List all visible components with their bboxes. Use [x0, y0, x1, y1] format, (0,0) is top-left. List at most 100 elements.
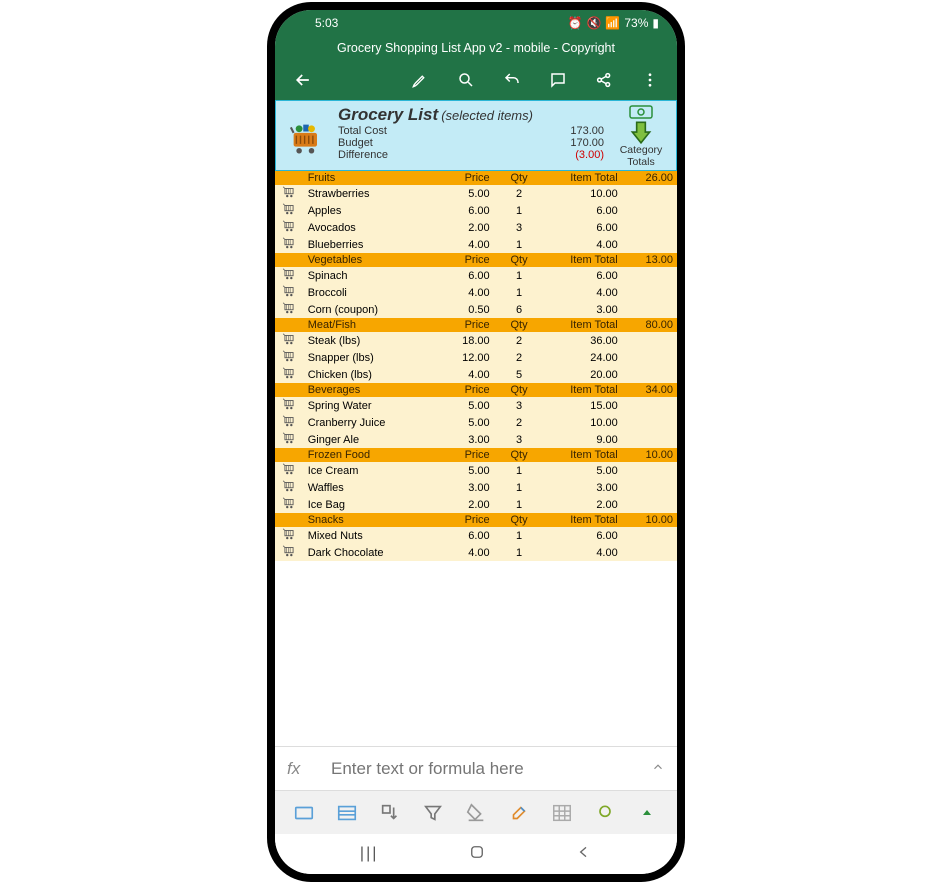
item-name: Spring Water — [304, 397, 437, 414]
item-qty: 1 — [494, 496, 545, 513]
col-qty: Qty — [494, 448, 545, 462]
col-price: Price — [436, 513, 493, 527]
bottom-toolbar — [275, 790, 677, 834]
fill-icon[interactable] — [462, 799, 490, 827]
item-row[interactable]: Waffles3.0013.00 — [275, 479, 677, 496]
item-qty: 1 — [494, 544, 545, 561]
item-row[interactable]: Corn (coupon)0.5063.00 — [275, 301, 677, 318]
item-price: 2.00 — [436, 219, 493, 236]
status-bar: 5:03 ⏰ 🔇 📶 73% ▮ — [275, 10, 677, 36]
card-view-icon[interactable] — [290, 799, 318, 827]
category-total: 80.00 — [622, 318, 677, 332]
col-qty: Qty — [494, 253, 545, 267]
alarm-icon: ⏰ — [568, 16, 583, 30]
item-row[interactable]: Ice Cream5.0015.00 — [275, 462, 677, 479]
back-nav-icon[interactable] — [576, 844, 592, 865]
filter-icon[interactable] — [419, 799, 447, 827]
item-row[interactable]: Avocados2.0036.00 — [275, 219, 677, 236]
cart-mini-icon[interactable] — [275, 284, 304, 301]
item-total: 24.00 — [544, 349, 621, 366]
item-row[interactable]: Chicken (lbs)4.00520.00 — [275, 366, 677, 383]
item-row[interactable]: Spring Water5.00315.00 — [275, 397, 677, 414]
cart-mini-icon[interactable] — [275, 414, 304, 431]
cart-mini-icon[interactable] — [275, 202, 304, 219]
item-row[interactable]: Ice Bag2.0012.00 — [275, 496, 677, 513]
cart-mini-icon[interactable] — [275, 366, 304, 383]
item-name: Avocados — [304, 219, 437, 236]
item-total: 10.00 — [544, 414, 621, 431]
cart-mini-icon[interactable] — [275, 496, 304, 513]
category-header-row[interactable]: Meat/FishPriceQtyItem Total80.00 — [275, 318, 677, 332]
cart-mini-icon[interactable] — [275, 267, 304, 284]
item-row[interactable]: Ginger Ale3.0039.00 — [275, 431, 677, 448]
item-row[interactable]: Mixed Nuts6.0016.00 — [275, 527, 677, 544]
recent-apps-icon[interactable]: ||| — [360, 845, 378, 863]
cart-mini-icon[interactable] — [275, 349, 304, 366]
item-name: Ginger Ale — [304, 431, 437, 448]
clear-icon[interactable] — [505, 799, 533, 827]
chevron-up-icon[interactable] — [651, 759, 665, 779]
col-price: Price — [436, 383, 493, 397]
col-price: Price — [436, 253, 493, 267]
item-total: 3.00 — [544, 301, 621, 318]
system-nav-bar: ||| — [275, 834, 677, 874]
home-icon[interactable] — [468, 843, 486, 866]
cart-mini-icon[interactable] — [275, 301, 304, 318]
category-header-row[interactable]: BeveragesPriceQtyItem Total34.00 — [275, 383, 677, 397]
item-qty: 1 — [494, 284, 545, 301]
list-view-icon[interactable] — [333, 799, 361, 827]
difference-label: Difference — [338, 149, 560, 161]
item-total: 4.00 — [544, 544, 621, 561]
cart-mini-icon[interactable] — [275, 462, 304, 479]
item-row[interactable]: Broccoli4.0014.00 — [275, 284, 677, 301]
category-header-row[interactable]: VegetablesPriceQtyItem Total13.00 — [275, 253, 677, 267]
search-icon[interactable] — [457, 71, 475, 89]
total-cost-value: 173.00 — [570, 125, 604, 137]
grocery-table[interactable]: FruitsPriceQtyItem Total26.00Strawberrie… — [275, 171, 677, 561]
cart-mini-icon[interactable] — [275, 479, 304, 496]
table-icon[interactable] — [548, 799, 576, 827]
bulb-icon[interactable] — [591, 799, 619, 827]
category-header-row[interactable]: Frozen FoodPriceQtyItem Total10.00 — [275, 448, 677, 462]
more-icon[interactable] — [641, 71, 659, 89]
item-price: 4.00 — [436, 544, 493, 561]
item-row[interactable]: Strawberries5.00210.00 — [275, 185, 677, 202]
item-row[interactable]: Blueberries4.0014.00 — [275, 236, 677, 253]
item-row[interactable]: Steak (lbs)18.00236.00 — [275, 332, 677, 349]
item-qty: 3 — [494, 219, 545, 236]
vibrate-icon: 🔇 — [586, 16, 601, 30]
cart-mini-icon[interactable] — [275, 544, 304, 561]
category-total: 10.00 — [622, 448, 677, 462]
item-row[interactable]: Snapper (lbs)12.00224.00 — [275, 349, 677, 366]
category-name: Meat/Fish — [304, 318, 437, 332]
category-header-row[interactable]: SnacksPriceQtyItem Total10.00 — [275, 513, 677, 527]
sort-icon[interactable] — [376, 799, 404, 827]
item-row[interactable]: Apples6.0016.00 — [275, 202, 677, 219]
cart-mini-icon[interactable] — [275, 397, 304, 414]
cart-mini-icon[interactable] — [275, 527, 304, 544]
item-name: Corn (coupon) — [304, 301, 437, 318]
collapse-icon[interactable] — [633, 799, 661, 827]
item-row[interactable]: Dark Chocolate4.0014.00 — [275, 544, 677, 561]
cart-mini-icon[interactable] — [275, 185, 304, 202]
col-qty: Qty — [494, 383, 545, 397]
item-row[interactable]: Spinach6.0016.00 — [275, 267, 677, 284]
item-row[interactable]: Cranberry Juice5.00210.00 — [275, 414, 677, 431]
cart-mini-icon[interactable] — [275, 219, 304, 236]
cart-mini-icon[interactable] — [275, 332, 304, 349]
back-icon[interactable] — [293, 70, 313, 90]
item-total: 3.00 — [544, 479, 621, 496]
cart-mini-icon[interactable] — [275, 431, 304, 448]
undo-icon[interactable] — [503, 71, 521, 89]
formula-bar[interactable]: fx — [275, 746, 677, 790]
item-qty: 3 — [494, 397, 545, 414]
cart-mini-icon[interactable] — [275, 236, 304, 253]
worksheet[interactable]: Grocery List (selected items) Total Cost… — [275, 100, 677, 746]
formula-input[interactable] — [331, 759, 641, 779]
category-name: Vegetables — [304, 253, 437, 267]
category-header-row[interactable]: FruitsPriceQtyItem Total26.00 — [275, 171, 677, 185]
comment-icon[interactable] — [549, 71, 567, 89]
item-qty: 1 — [494, 236, 545, 253]
share-icon[interactable] — [595, 71, 613, 89]
draw-icon[interactable] — [411, 71, 429, 89]
